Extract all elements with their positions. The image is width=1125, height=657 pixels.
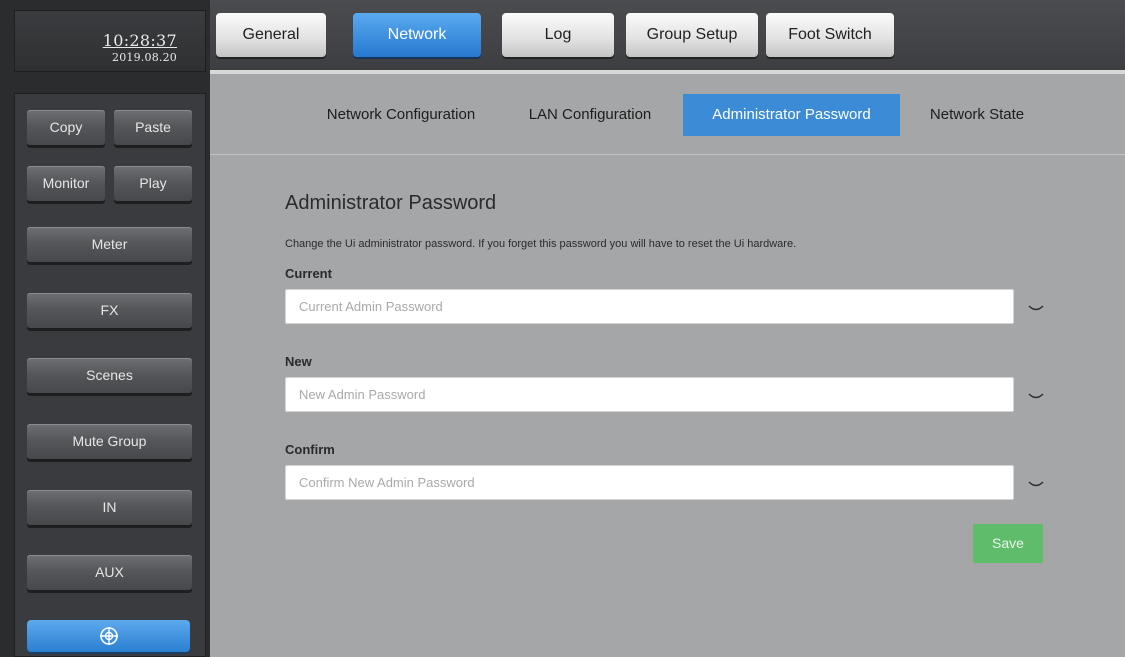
clock-date: 2019.08.20: [112, 51, 177, 64]
new-password-label: New: [285, 354, 312, 369]
subtab-network-state[interactable]: Network State: [910, 94, 1044, 136]
new-password-input[interactable]: [285, 377, 1014, 412]
fx-button[interactable]: FX: [27, 293, 192, 328]
top-tab-bar: General Network Log Group Setup Foot Swi…: [210, 0, 1125, 70]
sidebar: 10:28:37 2019.08.20 Copy Paste Monitor P…: [0, 0, 210, 657]
tab-group-setup[interactable]: Group Setup: [626, 13, 758, 57]
section-description: Change the Ui administrator password. If…: [285, 238, 797, 250]
aux-button[interactable]: AUX: [27, 555, 192, 590]
section-title: Administrator Password: [285, 192, 497, 214]
confirm-password-input[interactable]: [285, 465, 1014, 500]
divider: [210, 154, 1125, 155]
crosshair-button[interactable]: [27, 620, 190, 652]
paste-button[interactable]: Paste: [114, 110, 192, 145]
clock-time: 10:28:37: [102, 31, 177, 50]
subtab-lan-configuration[interactable]: LAN Configuration: [510, 94, 670, 136]
tab-general[interactable]: General: [216, 13, 326, 57]
mute-group-button[interactable]: Mute Group: [27, 424, 192, 459]
subtab-network-configuration[interactable]: Network Configuration: [302, 94, 500, 136]
main-content: Network Configuration LAN Configuration …: [210, 70, 1125, 657]
copy-button[interactable]: Copy: [27, 110, 105, 145]
eye-closed-icon[interactable]: [1028, 391, 1044, 401]
tab-foot-switch[interactable]: Foot Switch: [766, 13, 894, 57]
clock-display: 10:28:37 2019.08.20: [14, 10, 206, 72]
play-button[interactable]: Play: [114, 166, 192, 201]
monitor-button[interactable]: Monitor: [27, 166, 105, 201]
crosshair-circle-icon: [99, 627, 118, 645]
tab-log[interactable]: Log: [502, 13, 614, 57]
sidebar-panel: Copy Paste Monitor Play Meter FX Scenes …: [14, 93, 206, 657]
subtab-administrator-password[interactable]: Administrator Password: [683, 94, 900, 136]
scenes-button[interactable]: Scenes: [27, 358, 192, 393]
eye-closed-icon[interactable]: [1028, 303, 1044, 313]
tab-network[interactable]: Network: [353, 13, 481, 57]
meter-button[interactable]: Meter: [27, 227, 192, 262]
in-button[interactable]: IN: [27, 490, 192, 525]
eye-closed-icon[interactable]: [1028, 479, 1044, 489]
save-button[interactable]: Save: [973, 524, 1043, 563]
current-password-input[interactable]: [285, 289, 1014, 324]
current-password-label: Current: [285, 266, 332, 281]
confirm-password-label: Confirm: [285, 442, 335, 457]
